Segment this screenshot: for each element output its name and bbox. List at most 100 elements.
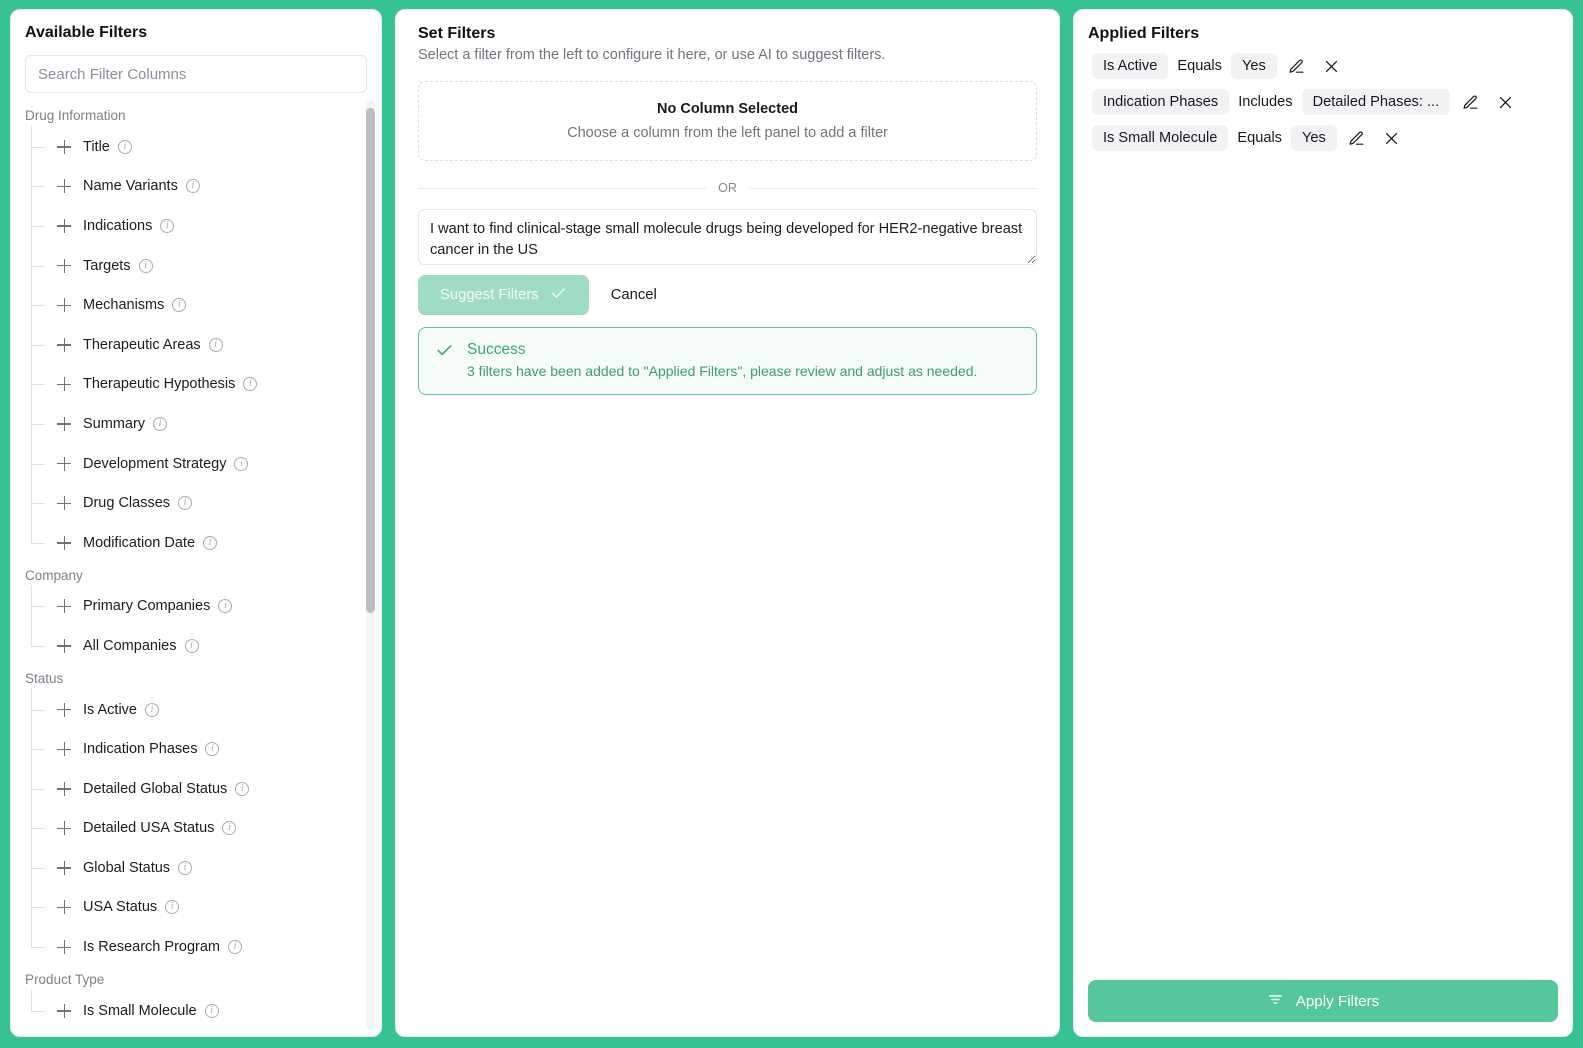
info-icon[interactable]: i [208,337,223,352]
filter-field-chip: Is Small Molecule [1092,125,1229,151]
filter-column-row[interactable]: Primary Companies i [31,587,359,627]
plus-icon[interactable] [57,337,71,352]
filter-column-label: Is Small Molecule [83,1002,197,1019]
plus-icon[interactable] [57,298,71,313]
info-icon[interactable]: i [153,416,168,431]
info-icon[interactable]: i [204,1003,219,1018]
filter-column-label: Development Strategy [83,455,227,472]
filter-column-label: Global Status [83,859,171,876]
info-icon[interactable]: i [178,496,193,511]
filter-column-label: Is Research Program [83,939,220,956]
close-icon[interactable] [1494,91,1516,113]
filter-tree-scrollbar-thumb[interactable] [366,108,375,613]
info-icon[interactable]: i [145,702,159,717]
filter-column-row[interactable]: Global Status i [31,848,359,888]
filter-group-items: Primary Companies i All Companies i [25,584,359,666]
info-icon[interactable]: i [117,139,132,154]
filter-column-label: Indication Phases [83,741,198,758]
filter-column-row[interactable]: Is Small Molecule i [31,991,359,1031]
ai-action-row: Suggest Filters Cancel [418,275,1037,315]
plus-icon[interactable] [57,821,71,836]
plus-icon[interactable] [57,940,71,955]
filter-column-row[interactable]: Therapeutic Hypothesis i [31,365,359,405]
filter-column-row[interactable]: Indications i [31,206,359,246]
search-input[interactable] [25,55,367,93]
info-icon[interactable]: i [205,742,220,757]
info-icon[interactable]: i [165,900,180,915]
filter-column-row[interactable]: All Companies i [31,626,359,666]
filter-column-label: Therapeutic Hypothesis [83,376,236,393]
plus-icon[interactable] [57,377,71,392]
filter-column-row[interactable]: Summary i [31,404,359,444]
filter-column-row[interactable]: Name Variants i [31,167,359,207]
plus-icon[interactable] [57,139,71,154]
filter-column-row[interactable]: Is Research Program i [31,927,359,967]
pencil-icon[interactable] [1286,55,1308,77]
filter-group-items: Is Small Molecule i [25,988,359,1031]
plus-icon[interactable] [57,860,71,875]
plus-icon[interactable] [57,638,71,653]
plus-icon[interactable] [57,900,71,915]
plus-icon[interactable] [57,599,71,614]
plus-icon[interactable] [57,416,71,431]
info-icon[interactable]: i [160,218,175,233]
filter-column-label: Summary [83,415,146,432]
filter-column-row[interactable]: Is Active i [31,690,359,730]
applied-filter-row: Is Active Equals Yes [1086,53,1560,79]
info-icon[interactable]: i [184,638,199,653]
info-icon[interactable]: i [228,940,242,955]
plus-icon[interactable] [57,258,71,273]
filter-column-row[interactable]: USA Status i [31,888,359,928]
filter-column-label: Indications [83,217,153,234]
apply-filters-button[interactable]: Apply Filters [1088,980,1558,1022]
plus-icon[interactable] [57,742,71,757]
info-icon[interactable]: i [178,860,193,875]
filter-column-label: USA Status [83,899,158,916]
pencil-icon[interactable] [1459,91,1481,113]
info-icon[interactable]: i [218,599,233,614]
filter-column-row[interactable]: Detailed USA Status i [31,809,359,849]
filter-column-row[interactable]: Modification Date i [31,523,359,563]
filter-column-row[interactable]: Indication Phases i [31,729,359,769]
filter-tree-scrollbar[interactable] [366,100,375,1030]
suggest-filters-button[interactable]: Suggest Filters [418,275,589,315]
close-icon[interactable] [1381,127,1403,149]
plus-icon[interactable] [57,496,71,511]
filter-column-row[interactable]: Title i [31,127,359,167]
applied-filters-title: Applied Filters [1088,25,1200,42]
filter-group-label: Product Type [25,971,105,987]
info-icon[interactable]: i [172,298,187,313]
filter-column-row[interactable]: Development Strategy i [31,444,359,484]
filter-column-label: Name Variants [83,178,178,195]
filter-field-chip: Indication Phases [1092,89,1230,115]
close-icon[interactable] [1321,55,1343,77]
plus-icon[interactable] [57,456,71,471]
filter-column-row[interactable]: Mechanisms i [31,285,359,325]
filter-column-row[interactable]: Detailed Global Status i [31,769,359,809]
ai-prompt-textarea[interactable] [418,209,1037,265]
no-column-selected-placeholder: No Column Selected Choose a column from … [418,81,1037,161]
plus-icon[interactable] [57,781,71,796]
pencil-icon[interactable] [1346,127,1368,149]
filter-column-row[interactable]: Targets i [31,246,359,286]
plus-icon[interactable] [57,179,71,194]
filter-column-row[interactable]: Drug Classes i [31,483,359,523]
plus-icon[interactable] [57,1003,71,1018]
info-icon[interactable]: i [235,781,250,796]
check-icon [435,341,454,379]
info-icon[interactable]: i [138,258,153,273]
info-icon[interactable]: i [203,535,218,550]
applied-filter-row: Indication Phases Includes Detailed Phases… [1086,89,1560,115]
info-icon[interactable]: i [185,179,200,194]
filter-column-label: Is Active [83,701,137,718]
plus-icon[interactable] [57,218,71,233]
filter-group-items: Title i Name Variants i Indications i Targets i… [25,125,359,563]
plus-icon[interactable] [57,702,71,717]
plus-icon[interactable] [57,535,71,550]
cancel-button[interactable]: Cancel [603,287,665,303]
filter-column-row[interactable]: Therapeutic Areas i [31,325,359,365]
info-icon[interactable]: i [222,821,237,836]
info-icon[interactable]: i [243,377,258,392]
filter-group-label: Company [25,567,83,583]
info-icon[interactable]: i [234,456,249,471]
